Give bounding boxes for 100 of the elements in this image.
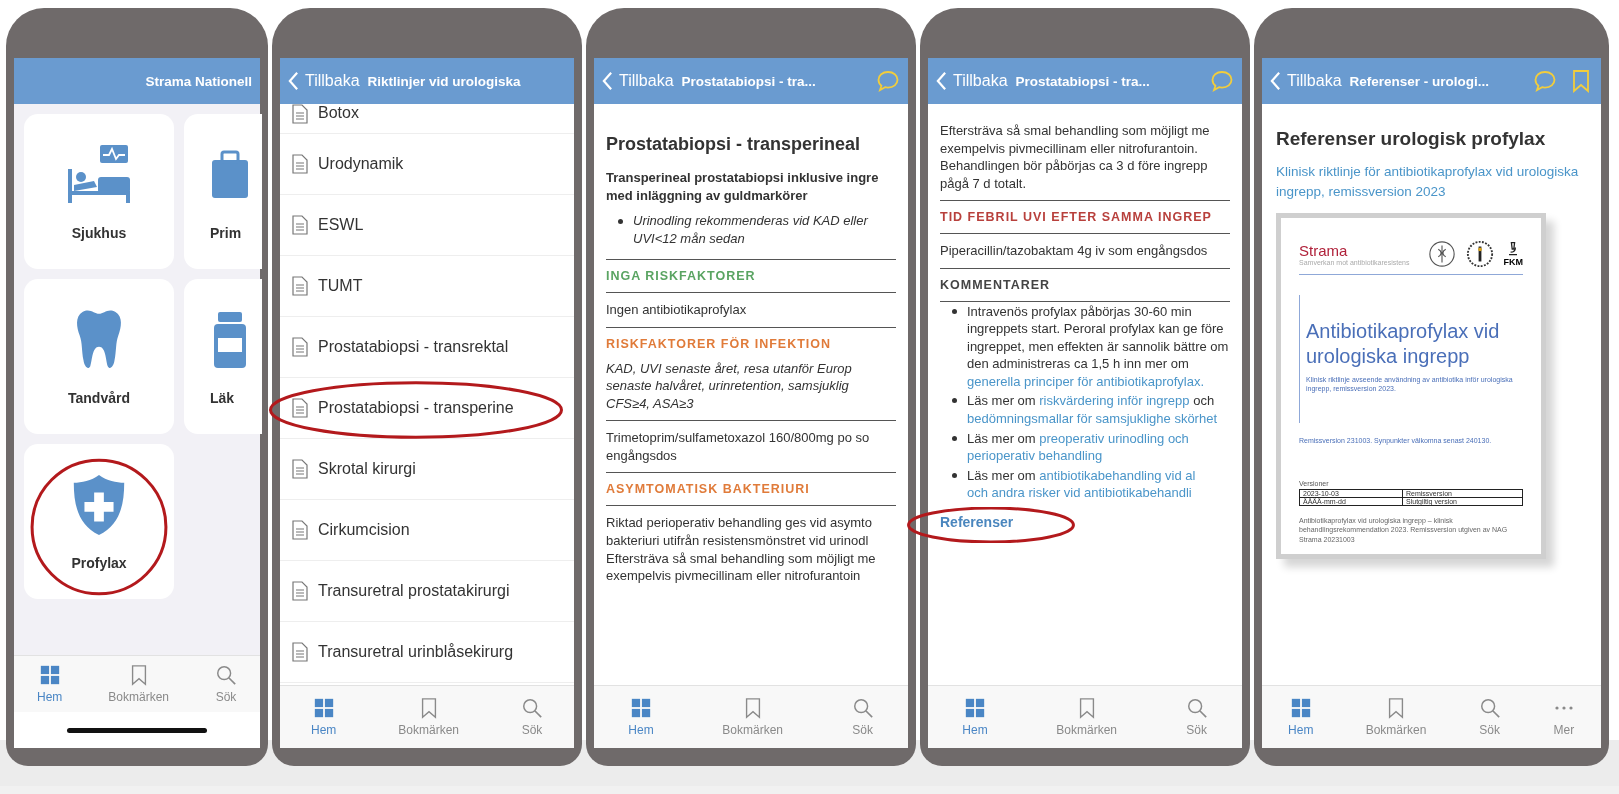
bullet-dot bbox=[952, 308, 957, 314]
caduceus-logo-icon bbox=[1465, 240, 1494, 269]
search-icon bbox=[851, 697, 874, 719]
grid-icon bbox=[312, 697, 335, 719]
list-item[interactable]: Skrotal kirurgi bbox=[280, 439, 574, 500]
category-tile[interactable]: Läk bbox=[184, 279, 262, 434]
document-icon bbox=[292, 104, 308, 124]
link[interactable]: skörhet bbox=[1174, 411, 1218, 426]
tile-label: Tandvård bbox=[68, 389, 130, 406]
back-button[interactable]: Tillbaka bbox=[602, 71, 674, 91]
search-icon bbox=[521, 697, 543, 719]
section-heading: RISKFAKTORER FÖR INFEKTION bbox=[606, 336, 833, 351]
document-icon bbox=[292, 459, 308, 479]
list-item[interactable]: Transuretral prostatakirurgi bbox=[280, 561, 574, 622]
body-text: Piperacillin/tazobaktam 4g iv som engångsdos bbox=[940, 242, 1209, 260]
document-icon bbox=[292, 276, 308, 296]
back-button[interactable]: Tillbaka bbox=[1270, 71, 1342, 91]
tab-item[interactable]: Hem bbox=[1284, 695, 1318, 739]
list-item[interactable]: Botox bbox=[280, 104, 574, 134]
link[interactable]: preoperativ urinodling och bbox=[1039, 430, 1189, 446]
back-button[interactable]: Tillbaka bbox=[288, 71, 360, 91]
tile-label: Prim bbox=[210, 224, 242, 241]
search-icon bbox=[1185, 697, 1208, 719]
tab-item[interactable]: Bokmärken bbox=[718, 695, 787, 739]
category-tile[interactable]: Sjukhus bbox=[24, 114, 174, 269]
tab-item[interactable]: Sök bbox=[517, 695, 547, 739]
list-item[interactable]: Urodynamik bbox=[280, 134, 574, 195]
list-item[interactable]: TUMT bbox=[280, 256, 574, 317]
comment-icon[interactable] bbox=[1533, 69, 1557, 93]
link[interactable]: antibiotikabehandling vid al bbox=[1039, 467, 1196, 483]
list-item[interactable]: ESWL bbox=[280, 195, 574, 256]
document-icon bbox=[292, 520, 308, 540]
lead-text: Transperineal prostatabiopsi inklusive ingre med inläggning av guldmarkörer bbox=[606, 169, 880, 205]
tab-item[interactable]: Hem bbox=[33, 662, 67, 706]
link[interactable]: bedömningsmallar för samsjuklighe bbox=[967, 411, 1171, 426]
tab-item[interactable]: Bokmärken bbox=[104, 662, 173, 706]
seal-logo-icon bbox=[1427, 240, 1456, 269]
page-title: Referenser urologisk profylax bbox=[1276, 128, 1547, 150]
document-icon bbox=[292, 642, 308, 662]
back-button[interactable]: Tillbaka bbox=[936, 71, 1008, 91]
comment-text: Läs mer om antibiotikabehandling vid al och andra risker vid antibiotikabehandli bbox=[967, 466, 1197, 502]
body-text: Trimetoprim/sulfametoxazol 160/800mg po so engångsdos bbox=[606, 429, 871, 465]
tile-label: Sjukhus bbox=[71, 224, 127, 241]
category-tile[interactable]: Tandvård bbox=[24, 279, 174, 434]
list-item[interactable]: Prostatabiopsi - transrektal bbox=[280, 317, 574, 378]
tab-item[interactable]: Bokmärken bbox=[394, 695, 463, 739]
screen-title: Riktlinjer vid urologiska bbox=[367, 73, 521, 89]
category-tile[interactable]: Prim bbox=[184, 114, 262, 269]
screen-title: Strama Nationell bbox=[145, 73, 252, 89]
chevron-left-icon bbox=[288, 71, 299, 91]
screen-title: Referenser - urologi... bbox=[1349, 73, 1490, 89]
comment-icon[interactable] bbox=[1210, 69, 1234, 93]
document-icon bbox=[292, 398, 308, 418]
grid-icon bbox=[630, 697, 652, 719]
tile-label: Läk bbox=[210, 389, 235, 406]
section-heading: INGA RISKFAKTORER bbox=[606, 269, 757, 284]
link[interactable]: riskvärdering inför ingrepp bbox=[1039, 393, 1190, 409]
tab-item[interactable]: Mer bbox=[1548, 695, 1579, 739]
more-icon bbox=[1554, 706, 1573, 710]
tab-item[interactable]: Hem bbox=[624, 695, 658, 739]
tab-item[interactable]: Bokmärken bbox=[1052, 695, 1121, 739]
link[interactable]: och andra risker vid antibiotikabehandli bbox=[967, 485, 1192, 501]
link[interactable]: antibiotikaprofylax. bbox=[1096, 373, 1205, 389]
tile-label: Profylax bbox=[71, 554, 127, 571]
grid-icon bbox=[38, 664, 61, 686]
screen-title: Prostatabiopsi - tra... bbox=[1015, 73, 1150, 89]
tab-item[interactable]: Bokmärken bbox=[1361, 695, 1431, 739]
comment-icon[interactable] bbox=[876, 69, 900, 93]
guideline-link[interactable]: Klinisk riktlinje för antibiotikaprofylax vid urologiska ingrepp, remissversion 2023 bbox=[1276, 162, 1587, 202]
tab-item[interactable]: Sök bbox=[211, 662, 241, 706]
document-icon bbox=[292, 581, 308, 601]
list-item[interactable]: Cirkumcision bbox=[280, 500, 574, 561]
link[interactable]: perioperativ behandling bbox=[967, 448, 1103, 464]
list-item[interactable]: Transuretral urinblåsekirurg bbox=[280, 622, 574, 683]
link[interactable]: generella principer för bbox=[967, 373, 1093, 389]
body-text: Eftersträva så smal behandling som möjligt me exempelvis pivmecillinam eller nitrofurantoin. Behandlingen bör påbörjas ca 3 d före ingrepp pågå 7 d totalt. bbox=[940, 122, 1211, 193]
bullet-dot bbox=[952, 472, 957, 478]
tab-item[interactable]: Hem bbox=[958, 695, 992, 739]
category-tile[interactable]: Profylax bbox=[24, 444, 174, 599]
society-logo: FKM bbox=[1503, 241, 1523, 268]
risk-factors-text: KAD, UVI senaste året, resa utanför Europ senaste halvåret, urinretention, samsjuklig CFS≥4, ASA≥3 bbox=[606, 359, 853, 413]
tab-item[interactable]: Hem bbox=[307, 695, 341, 739]
brand-name: Strama bbox=[1299, 242, 1349, 260]
document-title: Antibiotikaprofylax vid urologiska ingrepp bbox=[1306, 319, 1501, 370]
tab-item[interactable]: Sök bbox=[1181, 695, 1212, 739]
section-heading: TID FEBRIL UVI EFTER SAMMA INGREP bbox=[940, 210, 1213, 225]
body-text: Riktad perioperativ behandling ges vid asymto bakteriuri utifrån resistensmönstret vid urinodl Eftersträva så smal behandling som möjligt me exempelvis pivmecillinam eller nitrofurantoin bbox=[606, 514, 877, 585]
grid-icon bbox=[964, 697, 986, 719]
note-text: Urinodling rekommenderas vid KAD eller UVI<12 mån sedan bbox=[633, 212, 870, 248]
search-icon bbox=[1478, 697, 1501, 719]
list-item[interactable]: Prostatabiopsi - transperine bbox=[280, 378, 574, 439]
chevron-left-icon bbox=[602, 71, 613, 91]
bullet-dot bbox=[618, 219, 623, 225]
document-icon bbox=[292, 337, 308, 357]
screen-title: Prostatabiopsi - tra... bbox=[681, 73, 816, 89]
tab-item[interactable]: Sök bbox=[847, 695, 878, 739]
tab-item[interactable]: Sök bbox=[1474, 695, 1505, 739]
bullet-dot bbox=[952, 398, 957, 404]
bullet-dot bbox=[952, 435, 957, 441]
body-text: Ingen antibiotikaprofylax bbox=[606, 301, 748, 319]
